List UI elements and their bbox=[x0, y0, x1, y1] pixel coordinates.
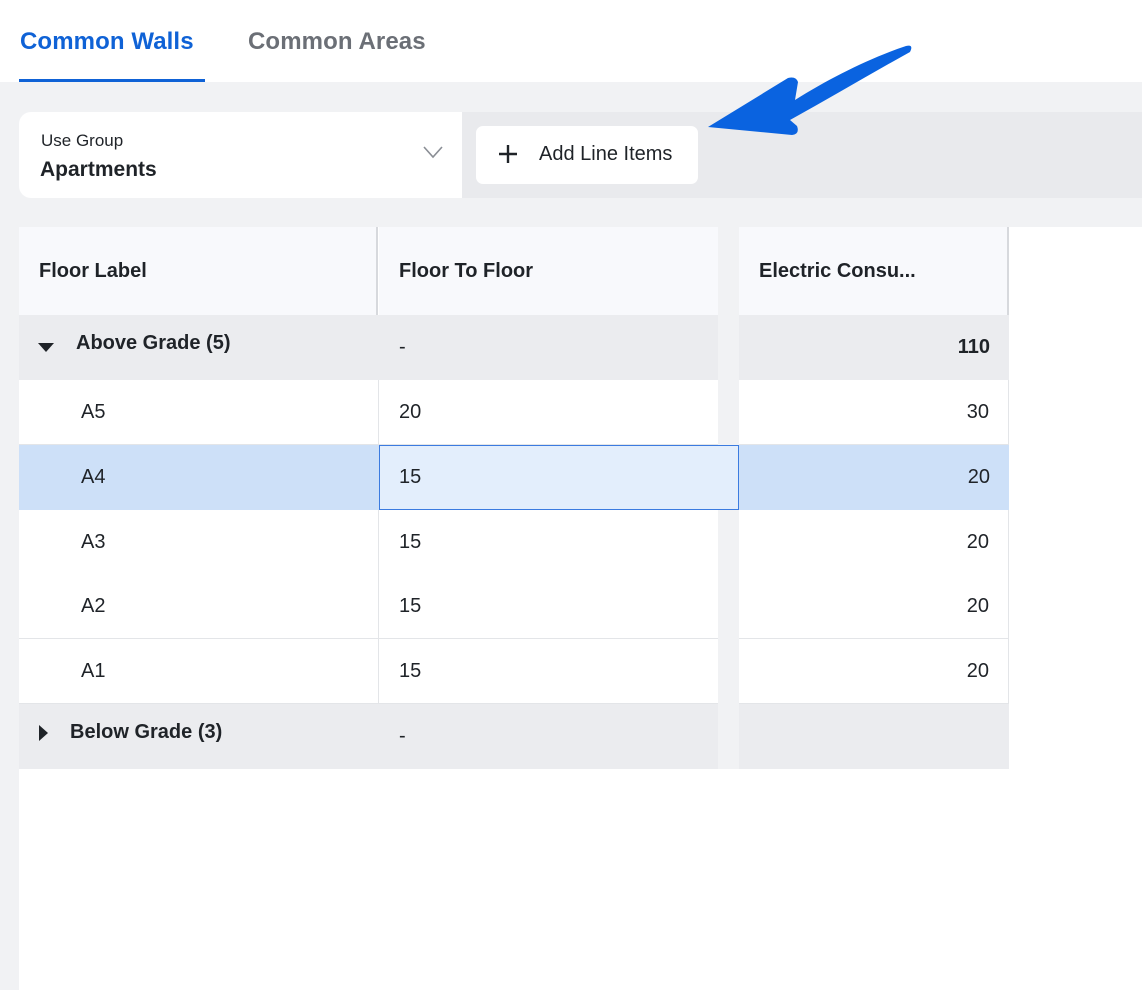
caret-right-icon[interactable] bbox=[39, 725, 48, 741]
table-cell-floor-label[interactable]: A1 bbox=[19, 639, 379, 704]
table-cell-floor-label[interactable]: A4 bbox=[19, 445, 379, 510]
table-cell-electric[interactable]: 20 bbox=[739, 445, 1009, 510]
group-row-above-grade[interactable]: Above Grade (5) bbox=[19, 315, 379, 380]
table-cell-floor-to-floor-active[interactable]: 15 bbox=[379, 445, 739, 510]
table-cell-electric[interactable]: 20 bbox=[739, 574, 1009, 639]
table-cell-floor-label[interactable]: A3 bbox=[19, 510, 379, 575]
table-cell-electric[interactable]: 20 bbox=[739, 639, 1009, 704]
table-cell-floor-to-floor[interactable]: 20 bbox=[379, 380, 718, 445]
use-group-label: Use Group bbox=[41, 131, 124, 150]
plus-icon bbox=[499, 145, 517, 163]
table-cell-floor-label[interactable]: A2 bbox=[19, 574, 379, 639]
group-row-below-grade[interactable]: Below Grade (3) bbox=[19, 704, 379, 769]
left-margin bbox=[0, 769, 19, 990]
column-header-floor-label[interactable]: Floor Label bbox=[19, 227, 378, 315]
tab-common-areas[interactable]: Common Areas bbox=[248, 28, 426, 56]
group-cell-electric: 110 bbox=[739, 315, 1009, 380]
table-cell-electric[interactable]: 30 bbox=[739, 380, 1009, 445]
table-cell-electric[interactable]: 20 bbox=[739, 510, 1009, 575]
group-cell-floor-to-floor: - bbox=[379, 704, 718, 769]
table-cell-floor-label[interactable]: A5 bbox=[19, 380, 379, 445]
table-cell-floor-to-floor[interactable]: 15 bbox=[379, 574, 718, 639]
group-label: Below Grade (3) bbox=[70, 721, 223, 743]
use-group-select[interactable]: Use Group Apartments bbox=[19, 112, 462, 198]
caret-down-icon[interactable] bbox=[38, 343, 54, 352]
group-cell-floor-to-floor: - bbox=[379, 315, 718, 380]
use-group-value: Apartments bbox=[40, 158, 157, 181]
group-label: Above Grade (5) bbox=[76, 332, 231, 354]
arrow-annotation-icon bbox=[708, 45, 912, 135]
add-line-items-label: Add Line Items bbox=[539, 143, 673, 165]
chevron-down-icon bbox=[423, 146, 443, 159]
table-cell-floor-to-floor[interactable]: 15 bbox=[379, 510, 718, 575]
table-cell-floor-to-floor[interactable]: 15 bbox=[379, 639, 718, 704]
column-header-floor-to-floor[interactable]: Floor To Floor bbox=[379, 227, 718, 315]
add-line-items-button[interactable]: Add Line Items bbox=[476, 126, 698, 184]
tab-common-walls[interactable]: Common Walls bbox=[20, 28, 194, 56]
tab-bar: Common Walls Common Areas bbox=[0, 0, 1142, 82]
column-header-electric[interactable]: Electric Consu... bbox=[739, 227, 1009, 315]
group-cell-electric bbox=[739, 704, 1009, 769]
